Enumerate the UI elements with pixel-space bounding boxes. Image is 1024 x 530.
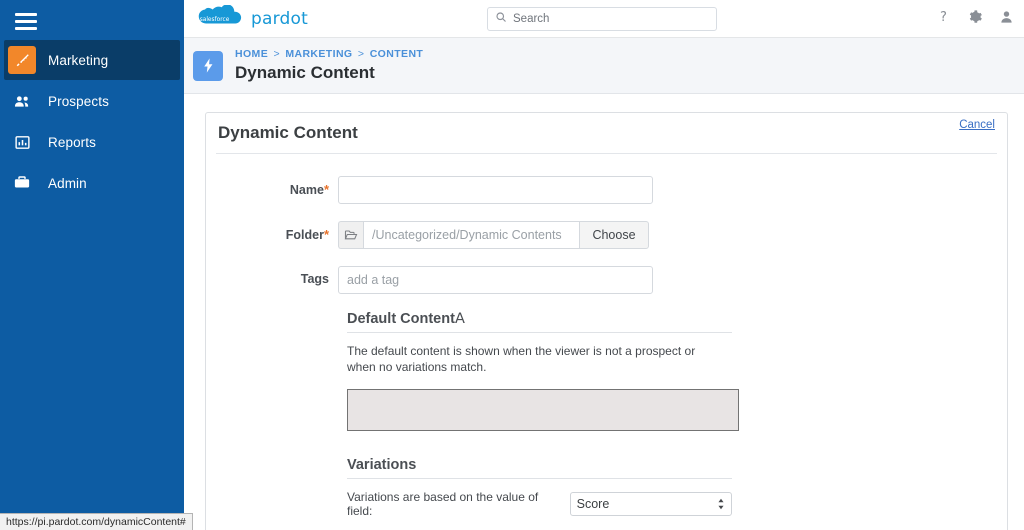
default-content-description: The default content is shown when the vi… — [347, 344, 696, 374]
lightning-bolt-icon — [193, 50, 223, 81]
breadcrumb-item-marketing[interactable]: MARKETING — [285, 48, 352, 60]
default-content-editor[interactable] — [347, 389, 739, 431]
tags-input[interactable] — [338, 266, 653, 294]
folder-input-group: Choose — [338, 221, 649, 249]
sidebar-item-prospects[interactable]: Prospects — [4, 81, 180, 121]
pardot-wordmark: pardot — [251, 9, 308, 29]
folder-label: Folder* — [206, 221, 338, 242]
breadcrumb-separator: > — [357, 47, 365, 60]
main-content: Dynamic Content Cancel Name* Folder* /Un… — [184, 94, 1024, 530]
name-input[interactable] — [338, 176, 653, 204]
chart-icon — [8, 128, 36, 156]
hamburger-icon[interactable] — [8, 6, 44, 36]
sidebar-item-label: Admin — [48, 175, 87, 191]
briefcase-icon — [8, 169, 36, 197]
breadcrumb-separator: > — [273, 47, 280, 60]
default-content-heading-suffix: A — [454, 311, 465, 327]
svg-text:salesforce: salesforce — [200, 17, 230, 23]
required-marker: * — [323, 227, 329, 242]
chevron-updown-icon — [717, 498, 725, 510]
application-window: Marketing Prospects Reports Admin salesf… — [0, 0, 1024, 530]
name-label: Name* — [206, 176, 338, 197]
tags-label-text: Tags — [300, 272, 329, 286]
sidebar-item-marketing[interactable]: Marketing — [4, 40, 180, 80]
sidebar: Marketing Prospects Reports Admin — [0, 0, 184, 530]
dynamic-content-card: Dynamic Content Cancel Name* Folder* /Un… — [205, 112, 1008, 530]
search-placeholder: Search — [513, 13, 550, 25]
page-header-text: HOME > MARKETING > CONTENT Dynamic Conte… — [235, 48, 423, 84]
required-marker: * — [323, 182, 329, 197]
breadcrumb: HOME > MARKETING > CONTENT — [235, 48, 423, 61]
hamburger-bar — [15, 19, 37, 23]
dynamic-content-form: Name* Folder* /Uncategorized/Dynamic Con… — [206, 154, 1007, 530]
sidebar-item-reports[interactable]: Reports — [4, 122, 180, 162]
gear-icon[interactable] — [967, 9, 983, 25]
sidebar-item-label: Reports — [48, 134, 96, 150]
default-content-section: Default ContentA The default content is … — [347, 311, 739, 431]
search-input[interactable]: Search — [487, 7, 717, 31]
page-title: Dynamic Content — [235, 62, 375, 82]
people-icon — [8, 87, 36, 115]
sidebar-item-admin[interactable]: Admin — [4, 163, 180, 203]
variations-field-select[interactable]: Score — [569, 492, 732, 516]
sidebar-nav: Marketing Prospects Reports Admin — [0, 40, 184, 204]
field-row-folder: Folder* Choose — [206, 221, 1007, 249]
name-label-text: Name — [289, 183, 324, 197]
page-header: HOME > MARKETING > CONTENT Dynamic Conte… — [184, 38, 1024, 94]
variations-section: Variations Variations are based on the v… — [347, 457, 732, 530]
sidebar-item-label: Marketing — [48, 52, 109, 68]
breadcrumb-item-home[interactable]: HOME — [235, 48, 268, 60]
user-icon[interactable] — [999, 9, 1014, 25]
variations-field-row: Variations are based on the value of fie… — [347, 490, 732, 518]
variations-heading: Variations — [347, 457, 732, 479]
browser-status-bar: https://pi.pardot.com/dynamicContent# — [0, 513, 193, 530]
variations-field-selected-value: Score — [576, 497, 610, 511]
default-content-heading: Default ContentA — [347, 311, 732, 333]
top-bar: salesforce pardot Search ? — [184, 0, 1024, 38]
folder-label-text: Folder — [285, 228, 324, 242]
help-icon[interactable]: ? — [936, 8, 951, 25]
salesforce-cloud-icon: salesforce — [192, 4, 246, 33]
field-row-name: Name* — [206, 176, 1007, 204]
card-title: Dynamic Content — [218, 123, 358, 142]
search-icon — [495, 10, 507, 28]
folder-open-icon — [338, 221, 363, 249]
topbar-actions: ? — [936, 8, 1014, 25]
hamburger-bar — [15, 12, 37, 16]
sidebar-item-label: Prospects — [48, 93, 109, 109]
cancel-link[interactable]: Cancel — [959, 119, 995, 131]
wand-icon — [8, 46, 36, 74]
hamburger-bar — [15, 26, 37, 30]
pardot-logo[interactable]: salesforce pardot — [192, 4, 308, 33]
status-url: https://pi.pardot.com/dynamicContent# — [6, 516, 186, 528]
breadcrumb-item-content[interactable]: CONTENT — [370, 48, 424, 60]
folder-path-input[interactable] — [363, 221, 579, 249]
svg-text:?: ? — [940, 10, 947, 25]
card-header: Dynamic Content Cancel — [216, 113, 997, 154]
default-content-heading-text: Default Content — [347, 311, 455, 327]
tags-label: Tags — [206, 266, 338, 286]
field-row-tags: Tags — [206, 266, 1007, 294]
choose-folder-button[interactable]: Choose — [579, 221, 649, 249]
variations-field-label: Variations are based on the value of fie… — [347, 490, 539, 518]
global-search[interactable]: Search — [487, 7, 717, 31]
